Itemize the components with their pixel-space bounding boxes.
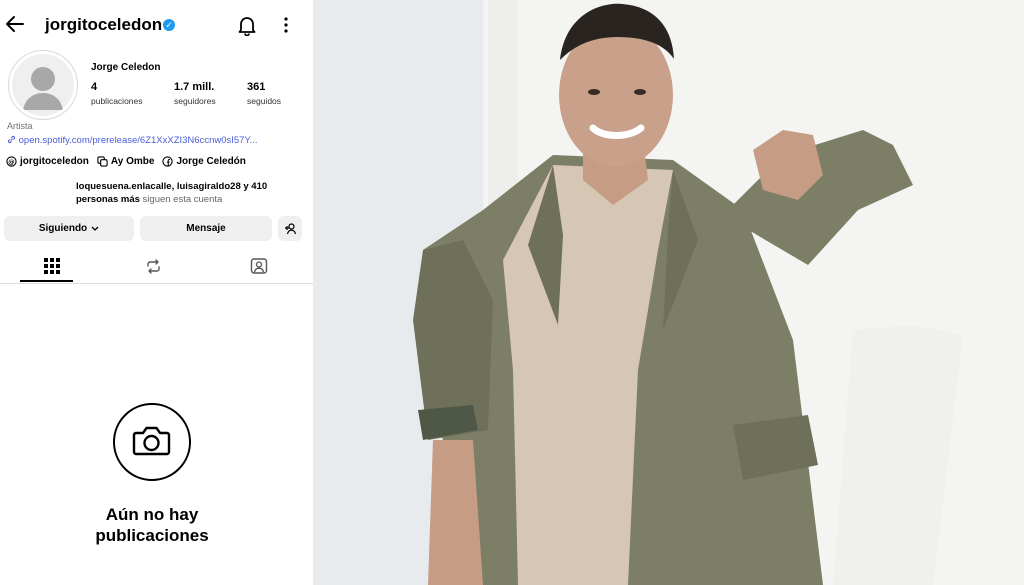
profile-username: jorgitoceledon	[45, 15, 163, 34]
artist-photo	[313, 0, 1024, 585]
back-arrow-icon[interactable]	[4, 13, 26, 35]
tagged-person-icon	[250, 258, 268, 274]
more-options-icon[interactable]	[280, 14, 292, 36]
bio-link[interactable]: open.spotify.com/prerelease/6Z1XxXZI3N6c…	[7, 135, 307, 146]
chevron-down-icon	[91, 226, 99, 231]
profile-category: Artista	[7, 121, 33, 131]
facebook-icon	[162, 156, 174, 167]
man-portrait-illustration	[313, 0, 1024, 585]
grid-icon	[44, 258, 60, 274]
notification-bell-icon[interactable]	[236, 14, 258, 36]
followed-by-text[interactable]: loquesuena.enlacalle, luisagiraldo28 y 4…	[76, 180, 267, 206]
suggest-user-button[interactable]	[278, 216, 302, 241]
link-icon	[7, 135, 16, 144]
verified-badge-icon: ✓	[163, 19, 175, 31]
threads-icon: @	[6, 156, 17, 167]
threads-link[interactable]: @ jorgitoceledon	[6, 156, 89, 167]
stat-followers[interactable]: 1.7 mill. seguidores	[174, 81, 216, 106]
facebook-link[interactable]: Jorge Celedón	[162, 156, 246, 167]
repost-icon	[146, 258, 160, 274]
linked-accounts: @ jorgitoceledon Ay Ombe Jorge Celedón	[6, 156, 246, 167]
profile-tabs	[0, 250, 313, 284]
profile-name: Jorge Celedon	[91, 62, 161, 73]
empty-state-camera-icon	[113, 403, 191, 481]
default-avatar-icon	[23, 67, 63, 110]
svg-text:@: @	[8, 158, 14, 166]
copy-icon	[97, 156, 108, 167]
avatar[interactable]	[8, 50, 78, 120]
tab-grid[interactable]	[0, 250, 104, 282]
empty-state-text: Aún no hay publicaciones	[95, 505, 209, 545]
top-bar: jorgitoceledon ✓	[0, 0, 313, 52]
stat-posts[interactable]: 4 publicaciones	[91, 81, 143, 106]
active-tab-indicator	[20, 280, 73, 282]
instagram-profile-panel: jorgitoceledon ✓ Jorge Celedon 4 publica…	[0, 0, 313, 585]
tab-reposts[interactable]	[101, 250, 205, 282]
message-button[interactable]: Mensaje	[140, 216, 272, 241]
stat-following[interactable]: 361 seguidos	[247, 81, 281, 106]
ay-ombe-link[interactable]: Ay Ombe	[97, 156, 154, 167]
following-button[interactable]: Siguiendo	[4, 216, 134, 241]
add-person-icon	[284, 222, 296, 234]
tab-tagged[interactable]	[207, 250, 311, 282]
